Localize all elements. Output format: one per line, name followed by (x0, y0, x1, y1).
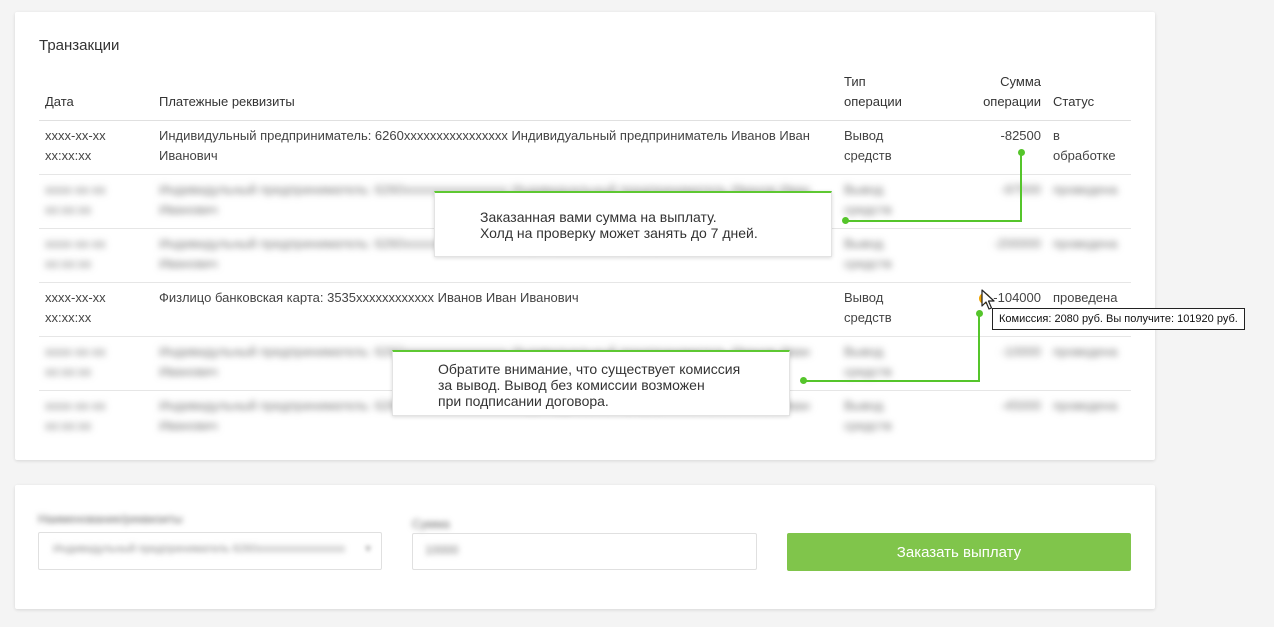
hold-info-callout: Заказанная вами сумма на выплату. Холд н… (434, 191, 832, 257)
callout-text: за вывод. Вывод без комиссии возможен (438, 377, 705, 393)
row-date: xxxx-xx-xx xx:xx:xx (39, 336, 153, 391)
transactions-title: Транзакции (39, 37, 120, 54)
row-type: Вывод средств (838, 282, 953, 337)
row-status: проведена (1047, 390, 1131, 444)
row-amount: -82500 (953, 120, 1047, 175)
row-date: xxxx-xx-xx xx:xx:xx (39, 228, 153, 283)
row-details: Физлицо банковская карта: 3535xxxxxxxxxx… (153, 282, 838, 337)
connector-line (978, 313, 980, 382)
commission-tooltip: Комиссия: 2080 руб. Вы получите: 101920 … (992, 308, 1245, 330)
row-date: xxxx-xx-xx xx:xx:xx (39, 282, 153, 337)
row-amount: -45000 (953, 390, 1047, 444)
commission-info-callout: Обратите внимание, что существует комисс… (392, 350, 790, 416)
row-details: Индивидульный предприниматель: 6260xxxxx… (153, 120, 838, 175)
table-header-row: Дата Платежные реквизиты Тип операции Сум… (39, 70, 1131, 121)
table-row: xxxx-xx-xx xx:xx:xx Индивидульный предпри… (39, 120, 1131, 175)
row-status: проведена (1047, 228, 1131, 283)
connector-dot (800, 377, 807, 384)
connector-dot (842, 217, 849, 224)
row-type: Вывод средств (838, 120, 953, 175)
callout-text: Обратите внимание, что существует комисс… (438, 361, 741, 377)
callout-text: Холд на проверку может занять до 7 дней. (480, 225, 758, 241)
order-payout-button[interactable]: Заказать выплату (787, 533, 1131, 571)
row-date: xxxx-xx-xx xx:xx:xx (39, 174, 153, 229)
recipient-select[interactable]: Индивидульный предприниматель 6260xxxxxx… (38, 532, 382, 570)
amount-label: Сумма (412, 517, 450, 531)
row-date: xxxx-xx-xx xx:xx:xx (39, 390, 153, 444)
amount-input-value: 10000 (425, 543, 459, 557)
connector-line (803, 380, 980, 382)
row-status: проведена (1047, 174, 1131, 229)
connector-dot (1018, 149, 1025, 156)
connector-dot (976, 310, 983, 317)
callout-text: Заказанная вами сумма на выплату. (480, 209, 717, 225)
row-date: xxxx-xx-xx xx:xx:xx (39, 120, 153, 175)
amount-input[interactable]: 10000 (412, 533, 757, 570)
column-header-status: Статус (1047, 70, 1131, 121)
row-status: проведена (1047, 336, 1131, 391)
row-type: Вывод средств (838, 336, 953, 391)
callout-text: при подписании договора. (438, 393, 609, 409)
column-header-date: Дата (39, 70, 153, 121)
row-type: Вывод средств (838, 228, 953, 283)
column-header-amount: Сумма операции (953, 70, 1047, 121)
row-amount: -10000 (953, 336, 1047, 391)
row-status: в обработке (1047, 120, 1131, 175)
connector-line (1020, 152, 1022, 222)
column-header-type: Тип операции (838, 70, 953, 121)
column-header-details: Платежные реквизиты (153, 70, 838, 121)
connector-line (845, 220, 1022, 222)
row-amount: -200000 (953, 228, 1047, 283)
chevron-down-icon: ▼ (363, 544, 373, 555)
recipient-select-value: Индивидульный предприниматель 6260xxxxxx… (53, 543, 346, 555)
recipient-label: Наименование/реквизиты (38, 512, 183, 526)
table-row: xxxx-xx-xx xx:xx:xx Физлицо банковская ка… (39, 282, 1131, 337)
row-type: Вывод средств (838, 390, 953, 444)
